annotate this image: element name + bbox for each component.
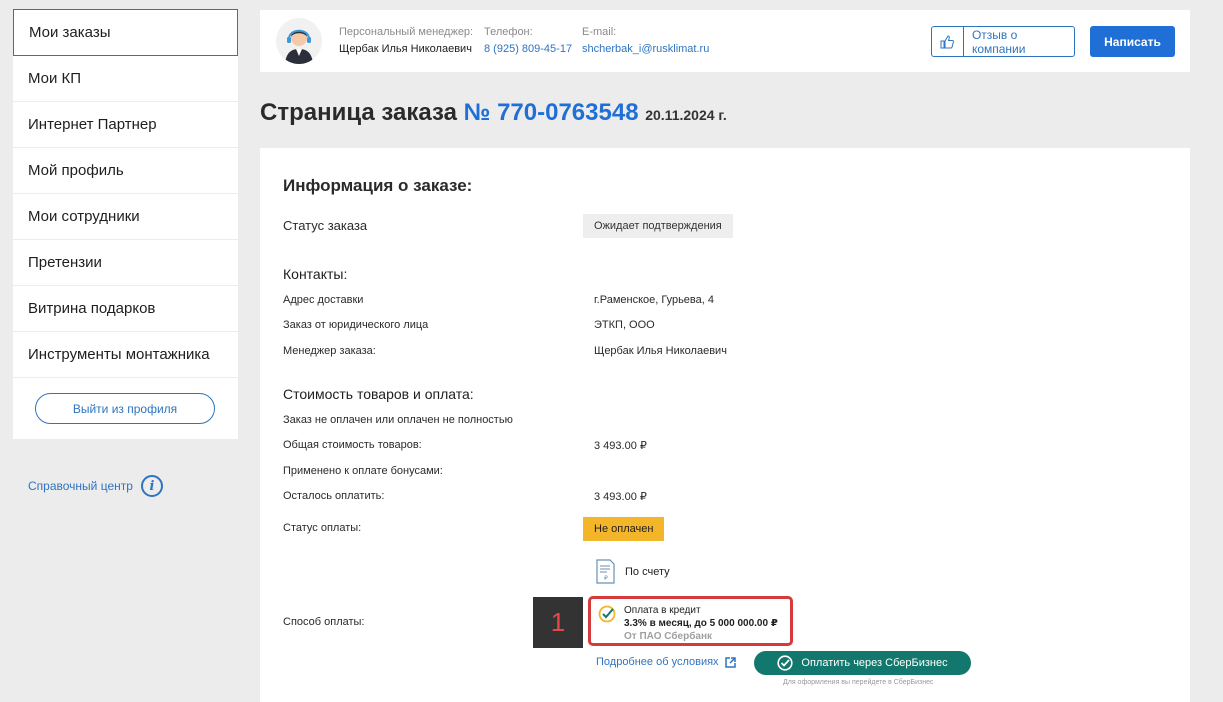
legal-entity-value: ЭТКП, ООО: [594, 319, 655, 331]
order-info-card: Информация о заказе: Статус заказа Ожида…: [260, 148, 1190, 702]
order-number: № 770-0763548: [463, 99, 639, 126]
credit-text: Оплата в кредит 3.3% в месяц, до 5 000 0…: [624, 604, 778, 643]
thumbs-up-icon: [932, 27, 964, 56]
credit-details-label: Подробнее об условиях: [596, 656, 719, 668]
bonus-label: Применено к оплате бонусами:: [283, 465, 443, 477]
sidebar-item-gifts[interactable]: Витрина подарков: [13, 286, 238, 332]
sidebar: Мои заказы Мои КП Интернет Партнер Мой п…: [13, 9, 238, 439]
legal-entity-label: Заказ от юридического лица: [283, 319, 429, 331]
order-info-heading: Информация о заказе:: [283, 176, 473, 195]
remaining-value: 3 493.00 ₽: [594, 491, 647, 503]
sidebar-item-internet-partner[interactable]: Интернет Партнер: [13, 102, 238, 148]
address-value: г.Раменское, Гурьева, 4: [594, 294, 714, 306]
help-center-label: Справочный центр: [28, 479, 133, 493]
manager-avatar: [276, 18, 322, 64]
credit-title: Оплата в кредит: [624, 605, 701, 616]
pay-by-invoice-label: По счету: [625, 565, 670, 578]
credit-payment-option[interactable]: Оплата в кредит 3.3% в месяц, до 5 000 0…: [588, 596, 793, 646]
pay-by-invoice-option[interactable]: ₽ По счету: [596, 559, 670, 584]
sidebar-item-my-kp[interactable]: Мои КП: [13, 56, 238, 102]
svg-text:₽: ₽: [604, 575, 608, 582]
phone-link[interactable]: 8 (925) 809-45-17: [484, 43, 572, 55]
review-label: Отзыв о компании: [971, 27, 1026, 56]
total-value: 3 493.00 ₽: [594, 440, 647, 452]
help-center-link[interactable]: Справочный центр i: [28, 475, 163, 497]
credit-bank: От ПАО Сбербанк: [624, 631, 713, 642]
email-label: E-mail:: [582, 26, 617, 38]
email-info: E-mail: shcherbak_i@rusklimat.ru: [582, 26, 709, 55]
invoice-icon: ₽: [596, 559, 615, 584]
sberbusiness-pay-label: Оплатить через СберБизнес: [801, 657, 948, 669]
sber-check-icon: [777, 655, 793, 671]
page-title: Страница заказа № 770-0763548 20.11.2024…: [260, 99, 727, 127]
payment-status-badge: Не оплачен: [583, 517, 665, 541]
order-manager-label: Менеджер заказа:: [283, 345, 376, 357]
payment-status-label: Статус оплаты:: [283, 522, 362, 534]
cost-heading: Стоимость товаров и оплата:: [283, 386, 474, 402]
manager-label: Персональный менеджер:: [339, 26, 474, 38]
sidebar-item-my-profile[interactable]: Мой профиль: [13, 148, 238, 194]
manager-name: Щербак Илья Николаевич: [339, 43, 472, 55]
manager-info: Персональный менеджер: Щербак Илья Никол…: [339, 26, 473, 55]
sber-logo-icon: [598, 605, 616, 623]
logout-button[interactable]: Выйти из профиля: [35, 393, 215, 424]
review-button[interactable]: Отзыв о компании: [931, 26, 1075, 57]
phone-label: Телефон:: [484, 26, 533, 38]
email-link[interactable]: shcherbak_i@rusklimat.ru: [582, 43, 709, 55]
sberbusiness-note: Для оформления вы перейдете в СберБизнес: [783, 679, 934, 686]
manager-bar: Персональный менеджер: Щербак Илья Никол…: [260, 10, 1190, 72]
write-button[interactable]: Написать: [1090, 26, 1175, 57]
contacts-heading: Контакты:: [283, 266, 348, 282]
order-manager-value: Щербак Илья Николаевич: [594, 345, 727, 357]
sidebar-item-claims[interactable]: Претензии: [13, 240, 238, 286]
phone-info: Телефон: 8 (925) 809-45-17: [484, 26, 572, 55]
address-label: Адрес доставки: [283, 294, 364, 306]
annotation-marker: 1: [533, 597, 583, 648]
info-icon: i: [140, 475, 163, 497]
page-title-prefix: Страница заказа: [260, 99, 457, 126]
credit-details-link[interactable]: Подробнее об условиях: [596, 656, 736, 668]
payment-method-label: Способ оплаты:: [283, 616, 365, 628]
order-status-label: Статус заказа: [283, 218, 368, 233]
sberbusiness-pay-button[interactable]: Оплатить через СберБизнес: [754, 651, 971, 675]
sidebar-item-installer-tools[interactable]: Инструменты монтажника: [13, 332, 238, 378]
order-date: 20.11.2024 г.: [645, 107, 727, 123]
sidebar-item-employees[interactable]: Мои сотрудники: [13, 194, 238, 240]
external-link-icon: [724, 656, 736, 668]
remaining-label: Осталось оплатить:: [283, 490, 385, 502]
total-label: Общая стоимость товаров:: [283, 439, 422, 451]
credit-terms: 3.3% в месяц, до 5 000 000.00 ₽: [624, 618, 778, 629]
sidebar-item-my-orders[interactable]: Мои заказы: [13, 9, 238, 56]
order-status-badge: Ожидает подтверждения: [583, 214, 733, 238]
payment-note: Заказ не оплачен или оплачен не полность…: [283, 414, 513, 426]
